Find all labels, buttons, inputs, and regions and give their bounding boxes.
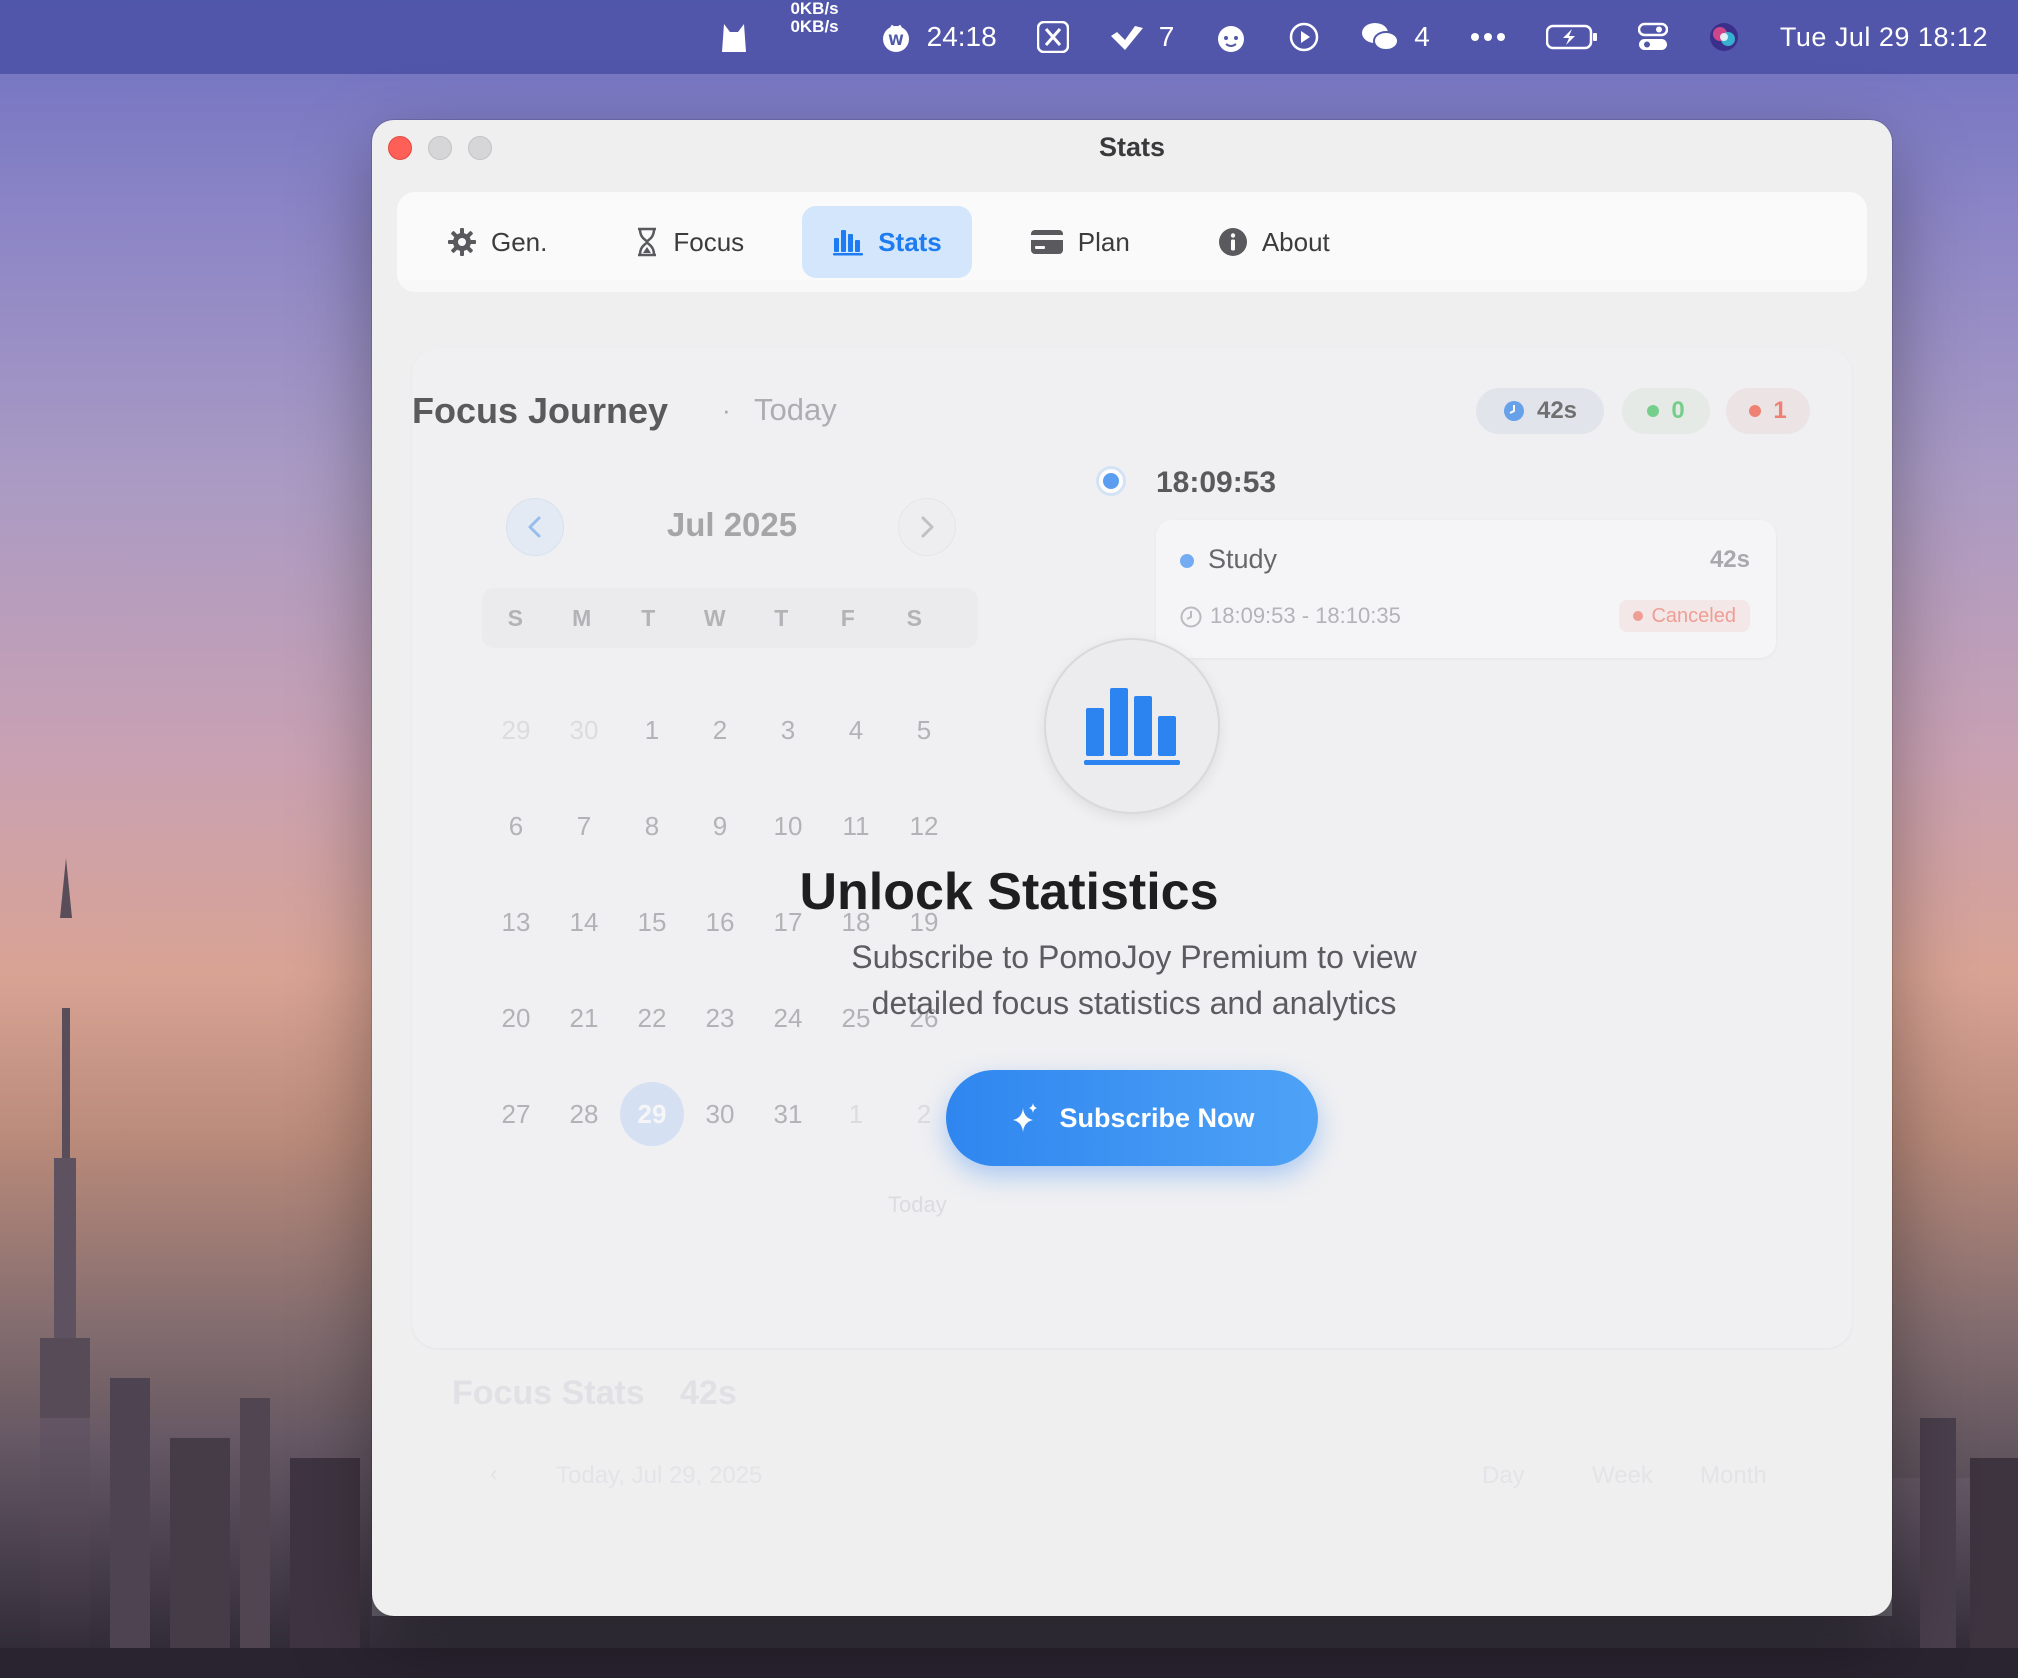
stats-badge: [1044, 638, 1220, 814]
play-icon[interactable]: [1288, 0, 1320, 74]
hourglass-icon: [635, 227, 659, 257]
cat-menu-icon[interactable]: [716, 0, 750, 74]
title-bar[interactable]: Stats: [372, 120, 1892, 176]
tab-about[interactable]: About: [1188, 206, 1360, 278]
wechat-icon: [1362, 23, 1400, 51]
bar-chart-icon: [832, 228, 864, 256]
inbox-count: 7: [1158, 21, 1175, 52]
tab-focus[interactable]: Focus: [605, 206, 774, 278]
info-icon: [1218, 227, 1248, 257]
tab-bar: Gen. Focus Stats Plan About: [397, 192, 1867, 292]
subscribe-now-label: Subscribe Now: [1059, 1102, 1255, 1133]
menu-bar: 0KB/s 0KB/s W 24:18 7 4 Tue Jul 29 18:12: [0, 0, 2018, 74]
pomodoro-timer-widget[interactable]: W 24:18: [879, 0, 997, 74]
more-icon[interactable]: [1470, 0, 1506, 74]
window-title: Stats: [1098, 132, 1166, 162]
control-center-icon[interactable]: [1637, 0, 1668, 74]
svg-text:W: W: [888, 33, 903, 49]
tray-icon: [1110, 26, 1143, 50]
x-app-icon[interactable]: [1036, 0, 1069, 74]
tab-general[interactable]: Gen.: [417, 206, 577, 278]
inbox-widget[interactable]: 7: [1109, 0, 1175, 74]
net-download-speed: 0KB/s: [790, 17, 839, 36]
tab-stats[interactable]: Stats: [802, 206, 972, 278]
wechat-count: 4: [1414, 21, 1430, 52]
tab-about-label: About: [1261, 226, 1330, 257]
menubar-clock[interactable]: Tue Jul 29 18:12: [1780, 0, 1988, 74]
tab-stats-label: Stats: [878, 226, 942, 257]
battery-icon[interactable]: [1545, 0, 1598, 74]
sparkle-icon: [1009, 1102, 1039, 1134]
tomato-icon: W: [882, 24, 909, 52]
tab-focus-label: Focus: [673, 226, 745, 257]
subscribe-now-button[interactable]: Subscribe Now: [946, 1070, 1318, 1166]
network-speed-widget[interactable]: 0KB/s 0KB/s: [790, 0, 838, 74]
gear-icon: [447, 227, 477, 257]
mascot-icon[interactable]: [1214, 0, 1248, 74]
card-icon: [1030, 229, 1064, 255]
timer-readout: 24:18: [926, 21, 997, 52]
paywall-description: Subscribe to PomoJoy Premium to view det…: [851, 939, 1417, 1021]
bar-chart-icon: [1084, 688, 1180, 765]
net-upload-speed: 0KB/s: [790, 0, 839, 18]
paywall-title: Unlock Statistics: [799, 863, 1219, 921]
wechat-widget[interactable]: 4: [1360, 0, 1430, 74]
tab-plan[interactable]: Plan: [1000, 206, 1160, 278]
tab-general-label: Gen.: [491, 226, 548, 257]
siri-icon[interactable]: [1708, 0, 1740, 74]
tab-plan-label: Plan: [1077, 226, 1130, 257]
